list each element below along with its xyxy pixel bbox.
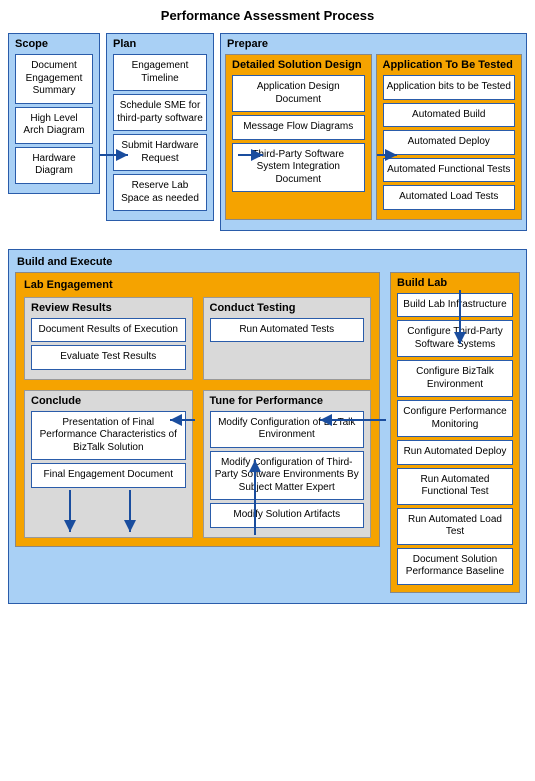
- review-item: Evaluate Test Results: [31, 345, 186, 370]
- design-item: Message Flow Diagrams: [232, 115, 365, 140]
- review-item: Document Results of Execution: [31, 318, 186, 343]
- conclude-item: Final Engagement Document: [31, 463, 186, 488]
- conclude: Conclude Presentation of Final Performan…: [24, 390, 193, 538]
- build-lab-item: Configure Performance Monitoring: [397, 400, 513, 437]
- conduct-testing: Conduct Testing Run Automated Tests: [203, 297, 372, 380]
- phase-scope: Scope Document Engagement Summary High L…: [8, 33, 100, 194]
- build-lab-item: Run Automated Deploy: [397, 440, 513, 465]
- app-item: Automated Functional Tests: [383, 158, 516, 183]
- build-lab-item: Build Lab Infrastructure: [397, 293, 513, 318]
- app-item: Automated Load Tests: [383, 185, 516, 210]
- review-results: Review Results Document Results of Execu…: [24, 297, 193, 380]
- lab-engagement: Lab Engagement Review Results Document R…: [15, 272, 380, 547]
- conclude-label: Conclude: [29, 395, 188, 407]
- plan-item: Schedule SME for third-party software: [113, 94, 207, 131]
- scope-label: Scope: [13, 38, 95, 50]
- scope-item: Document Engagement Summary: [15, 54, 93, 104]
- review-label: Review Results: [29, 302, 188, 314]
- scope-item: Hardware Diagram: [15, 147, 93, 184]
- page-title: Performance Assessment Process: [8, 8, 527, 23]
- design-label: Detailed Solution Design: [230, 59, 367, 71]
- tune-item: Modify Configuration of Third-Party Soft…: [210, 451, 365, 501]
- tune-performance: Tune for Performance Modify Configuratio…: [203, 390, 372, 538]
- tune-item: Modify Configuration of BizTalk Environm…: [210, 411, 365, 448]
- tune-label: Tune for Performance: [208, 395, 367, 407]
- app-label: Application To Be Tested: [381, 59, 518, 71]
- plan-label: Plan: [111, 38, 209, 50]
- top-row: Scope Document Engagement Summary High L…: [8, 33, 527, 231]
- build-lab: Build Lab Build Lab Infrastructure Confi…: [390, 272, 520, 593]
- app-item: Automated Deploy: [383, 130, 516, 155]
- plan-item: Engagement Timeline: [113, 54, 207, 91]
- design-item: Application Design Document: [232, 75, 365, 112]
- plan-item: Reserve Lab Space as needed: [113, 174, 207, 211]
- conduct-item: Run Automated Tests: [210, 318, 365, 343]
- app-item: Automated Build: [383, 103, 516, 128]
- detailed-solution-design: Detailed Solution Design Application Des…: [225, 54, 372, 220]
- app-item: Application bits to be Tested: [383, 75, 516, 100]
- phase-prepare: Prepare Detailed Solution Design Applica…: [220, 33, 527, 231]
- design-item: Third-Party Software System Integration …: [232, 143, 365, 193]
- tune-item: Modify Solution Artifacts: [210, 503, 365, 528]
- phase-build-execute: Build and Execute Lab Engagement Review …: [8, 249, 527, 604]
- conduct-label: Conduct Testing: [208, 302, 367, 314]
- build-lab-item: Configure BizTalk Environment: [397, 360, 513, 397]
- build-lab-item: Run Automated Load Test: [397, 508, 513, 545]
- build-lab-item: Run Automated Functional Test: [397, 468, 513, 505]
- conclude-item: Presentation of Final Performance Charac…: [31, 411, 186, 461]
- build-lab-item: Configure Third-Party Software Systems: [397, 320, 513, 357]
- application-to-be-tested: Application To Be Tested Application bit…: [376, 54, 523, 220]
- phase-plan: Plan Engagement Timeline Schedule SME fo…: [106, 33, 214, 221]
- build-lab-item: Document Solution Performance Baseline: [397, 548, 513, 585]
- scope-item: High Level Arch Diagram: [15, 107, 93, 144]
- plan-item: Submit Hardware Request: [113, 134, 207, 171]
- build-lab-label: Build Lab: [395, 277, 515, 289]
- build-execute-label: Build and Execute: [15, 256, 520, 268]
- lab-engagement-label: Lab Engagement: [22, 279, 373, 291]
- prepare-label: Prepare: [225, 38, 522, 50]
